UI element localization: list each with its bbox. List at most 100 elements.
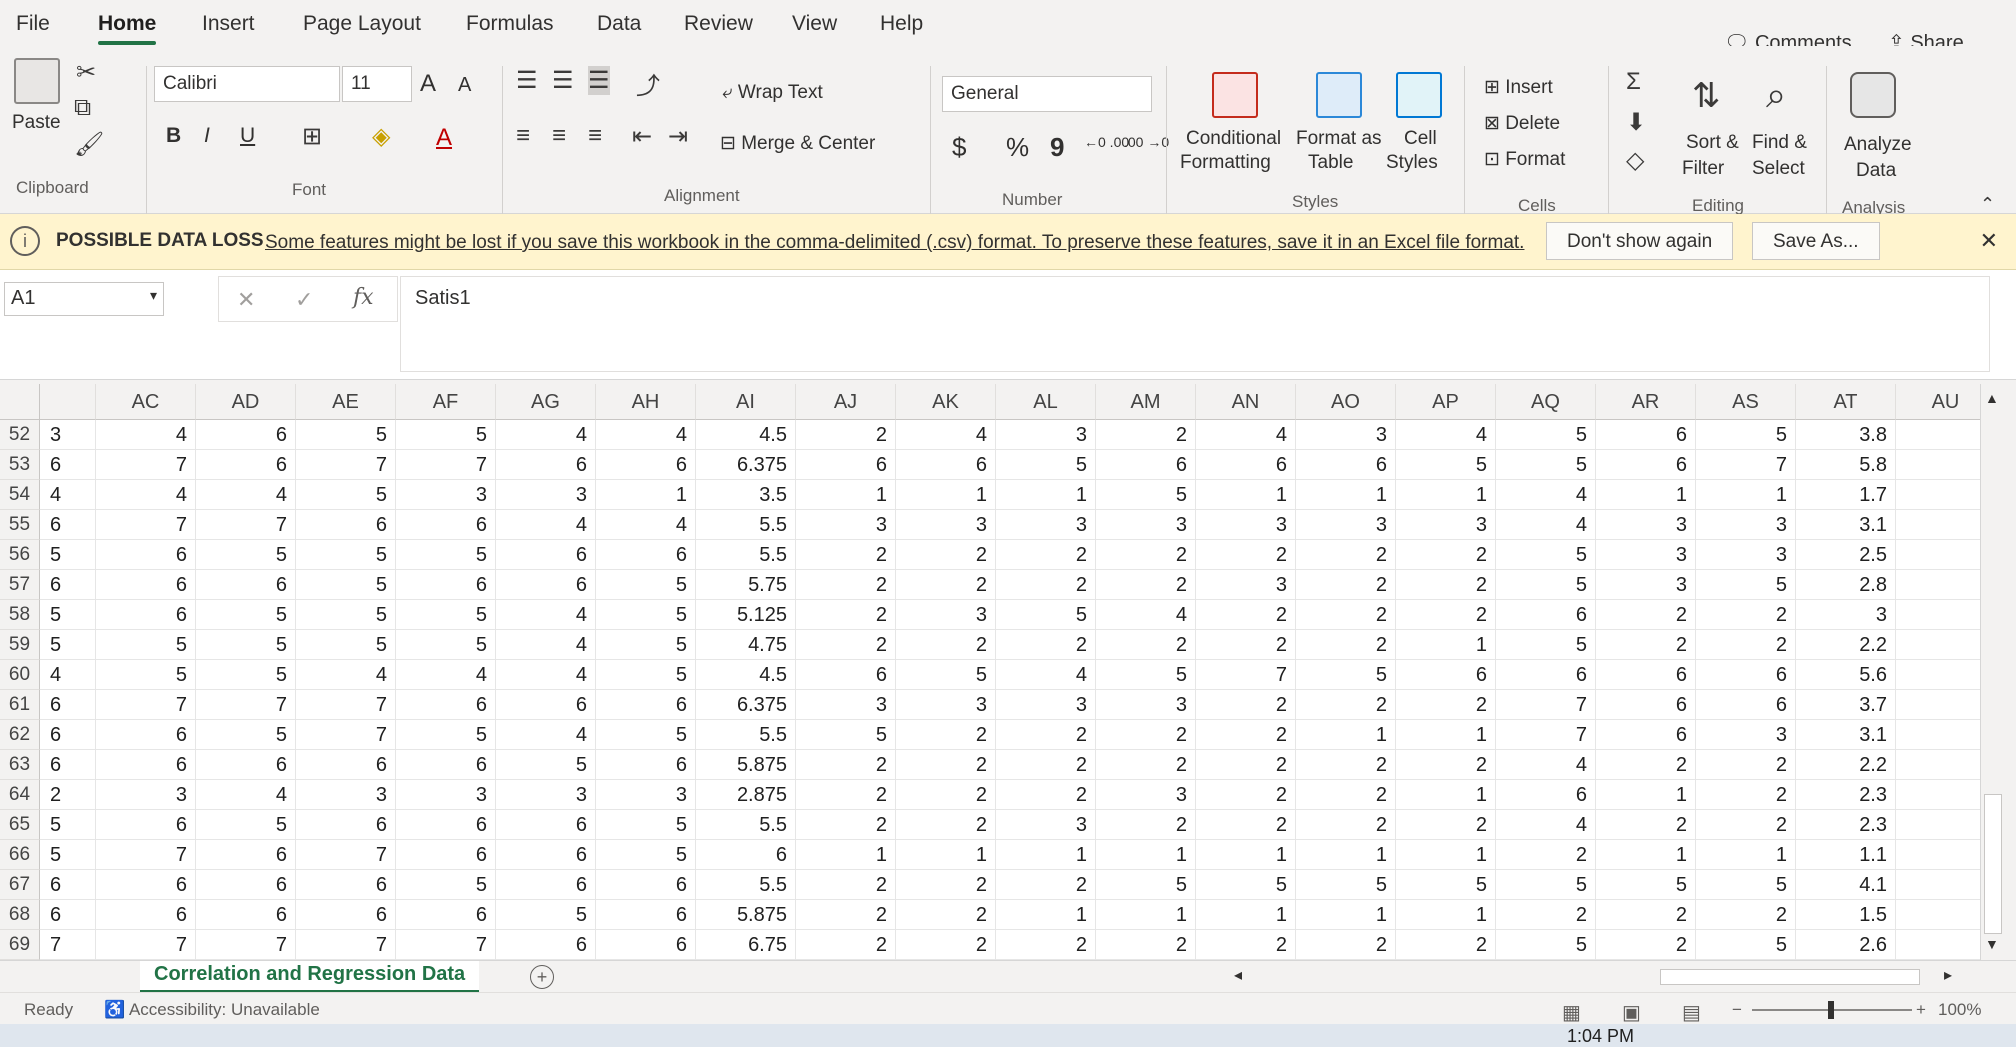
- table-cell[interactable]: 4: [96, 480, 196, 510]
- table-cell[interactable]: 2: [1196, 600, 1296, 630]
- table-cell[interactable]: 7: [196, 510, 296, 540]
- table-cell[interactable]: 4: [1496, 810, 1596, 840]
- insert-function-icon[interactable]: fx: [353, 285, 374, 310]
- table-cell[interactable]: 2: [1396, 810, 1496, 840]
- insert-cells-button[interactable]: ⊞ Insert: [1484, 76, 1553, 99]
- table-cell[interactable]: 2: [1596, 900, 1696, 930]
- table-cell[interactable]: 6: [596, 690, 696, 720]
- column-header[interactable]: AT: [1796, 384, 1896, 420]
- table-cell[interactable]: 4: [596, 420, 696, 450]
- worksheet-grid[interactable]: AC AD AE AF AG AH AI AJ AK AL AM AN AO AP AQ AR AS AT AU 52…: [0, 384, 1996, 960]
- table-cell[interactable]: 2: [1396, 600, 1496, 630]
- align-middle-icon[interactable]: ☰: [552, 66, 574, 95]
- table-cell[interactable]: 2: [1196, 750, 1296, 780]
- table-cell[interactable]: 6: [1596, 660, 1696, 690]
- table-cell[interactable]: 6: [96, 540, 196, 570]
- cancel-icon[interactable]: ✕: [237, 287, 255, 313]
- table-cell[interactable]: 3: [1096, 780, 1196, 810]
- table-cell[interactable]: 5: [40, 810, 96, 840]
- column-header[interactable]: AJ: [796, 384, 896, 420]
- analyze-data-button[interactable]: Analyze: [1844, 134, 1912, 156]
- table-cell[interactable]: 5: [196, 600, 296, 630]
- table-cell[interactable]: 6: [496, 540, 596, 570]
- table-cell[interactable]: 3: [596, 780, 696, 810]
- table-cell[interactable]: 2: [1596, 630, 1696, 660]
- table-cell[interactable]: 2: [896, 750, 996, 780]
- tab-home[interactable]: Home: [98, 12, 157, 45]
- table-cell[interactable]: 5: [96, 630, 196, 660]
- table-cell[interactable]: 2: [1296, 630, 1396, 660]
- table-cell[interactable]: 3: [1196, 570, 1296, 600]
- table-cell[interactable]: 2: [796, 540, 896, 570]
- table-cell[interactable]: 4: [896, 420, 996, 450]
- row-header[interactable]: 59: [0, 630, 40, 660]
- table-cell[interactable]: 6: [196, 420, 296, 450]
- table-cell[interactable]: 1.1: [1796, 840, 1896, 870]
- table-cell[interactable]: 2: [1696, 900, 1796, 930]
- table-cell[interactable]: 2: [1596, 810, 1696, 840]
- table-cell[interactable]: 6: [96, 870, 196, 900]
- table-cell[interactable]: 2: [996, 630, 1096, 660]
- table-cell[interactable]: 5: [896, 660, 996, 690]
- table-cell[interactable]: 5: [496, 750, 596, 780]
- table-cell[interactable]: 5: [496, 900, 596, 930]
- table-cell[interactable]: 5: [1196, 870, 1296, 900]
- table-cell[interactable]: 1: [1196, 480, 1296, 510]
- table-cell[interactable]: 2: [1696, 750, 1796, 780]
- column-header[interactable]: AO: [1296, 384, 1396, 420]
- table-cell[interactable]: 6: [196, 870, 296, 900]
- table-cell[interactable]: 6: [196, 750, 296, 780]
- table-cell[interactable]: 5.5: [696, 720, 796, 750]
- table-cell[interactable]: 6: [96, 810, 196, 840]
- column-header[interactable]: AI: [696, 384, 796, 420]
- table-cell[interactable]: 1.7: [1796, 480, 1896, 510]
- table-cell[interactable]: 2: [1096, 420, 1196, 450]
- decrease-indent-icon[interactable]: ⇤: [632, 122, 652, 151]
- row-header[interactable]: 53: [0, 450, 40, 480]
- table-cell[interactable]: 2: [1396, 690, 1496, 720]
- table-cell[interactable]: 3: [1296, 420, 1396, 450]
- table-cell[interactable]: 5.5: [696, 810, 796, 840]
- table-cell[interactable]: 5: [1296, 870, 1396, 900]
- row-header[interactable]: 52: [0, 420, 40, 450]
- font-name-select[interactable]: Calibri: [154, 66, 340, 102]
- save-as-button[interactable]: Save As...: [1752, 222, 1880, 260]
- table-cell[interactable]: 5.125: [696, 600, 796, 630]
- table-cell[interactable]: 2: [1396, 540, 1496, 570]
- table-cell[interactable]: 2: [1296, 780, 1396, 810]
- column-header[interactable]: AL: [996, 384, 1096, 420]
- table-cell[interactable]: 5: [596, 660, 696, 690]
- table-cell[interactable]: 2: [896, 810, 996, 840]
- vertical-scroll-thumb[interactable]: [1984, 794, 2002, 934]
- table-cell[interactable]: 7: [96, 840, 196, 870]
- tab-page-layout[interactable]: Page Layout: [303, 12, 421, 36]
- column-header[interactable]: AR: [1596, 384, 1696, 420]
- sort-filter-icon[interactable]: ⇅: [1692, 76, 1721, 116]
- table-cell[interactable]: 1: [896, 480, 996, 510]
- table-cell[interactable]: 4: [196, 480, 296, 510]
- table-cell[interactable]: 3: [1296, 510, 1396, 540]
- table-cell[interactable]: 7: [1496, 690, 1596, 720]
- table-cell[interactable]: 6: [496, 570, 596, 600]
- table-cell[interactable]: 3: [1696, 540, 1796, 570]
- column-header[interactable]: AK: [896, 384, 996, 420]
- table-cell[interactable]: 1.5: [1796, 900, 1896, 930]
- table-cell[interactable]: 6: [396, 840, 496, 870]
- table-cell[interactable]: 3: [896, 510, 996, 540]
- table-cell[interactable]: 5: [1696, 420, 1796, 450]
- table-cell[interactable]: 3.1: [1796, 720, 1896, 750]
- table-cell[interactable]: 4: [1396, 420, 1496, 450]
- table-cell[interactable]: 2: [1196, 690, 1296, 720]
- table-cell[interactable]: 2: [1296, 930, 1396, 960]
- table-cell[interactable]: 6: [296, 810, 396, 840]
- table-cell[interactable]: 7: [296, 720, 396, 750]
- tab-file[interactable]: File: [16, 12, 50, 36]
- row-header[interactable]: 56: [0, 540, 40, 570]
- table-cell[interactable]: 1: [1296, 720, 1396, 750]
- table-cell[interactable]: 6: [1496, 600, 1596, 630]
- table-cell[interactable]: 3: [296, 780, 396, 810]
- table-cell[interactable]: 3: [1096, 510, 1196, 540]
- table-cell[interactable]: 2: [1196, 780, 1296, 810]
- number-format-select[interactable]: General: [942, 76, 1152, 112]
- table-cell[interactable]: 5: [596, 720, 696, 750]
